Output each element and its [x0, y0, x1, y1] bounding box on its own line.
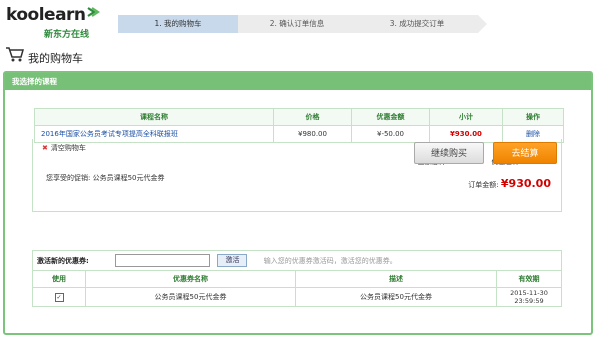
continue-shopping-button[interactable]: 继续购买: [414, 142, 484, 164]
coupon-checkbox[interactable]: ✓: [54, 292, 64, 302]
table-header-row: 课程名称 价格 优惠金额 小计 操作: [34, 108, 564, 126]
order-amount-label: 订单金额:: [468, 181, 499, 189]
panel-title: 我选择的课程: [5, 73, 591, 90]
table-row: ✓ 公务员课程50元代金券 公务员课程50元代金券 2015-11-30 23:…: [32, 287, 562, 307]
order-amount-value: ¥930.00: [500, 177, 551, 190]
cart-table: 课程名称 价格 优惠金额 小计 操作 2016年国家公务员考试专项提高全科联报班…: [34, 108, 564, 143]
step-confirm: 2. 确认订单信息: [238, 15, 356, 33]
clear-cart-label: 清空购物车: [50, 144, 86, 152]
step-submit: 3. 成功提交订单: [356, 15, 478, 33]
col-subtotal: 小计: [429, 108, 503, 126]
col-description: 描述: [295, 270, 497, 288]
brand-logo[interactable]: koolearn 新东方在线: [6, 5, 101, 41]
coupon-table: 激活新的优惠券: 激活 输入您的优惠券激活码，激活您的优惠券。 使用 优惠券名称…: [32, 250, 562, 307]
brand-name: koolearn: [6, 5, 86, 25]
coupon-expiry: 2015-11-30 23:59:59: [496, 287, 562, 307]
col-action: 操作: [502, 108, 564, 126]
activate-hint: 输入您的优惠券激活码，激活您的优惠券。: [263, 256, 397, 265]
coupon-header-row: 使用 优惠券名称 描述 有效期: [32, 270, 562, 288]
col-coupon-name: 优惠券名称: [85, 270, 296, 288]
activate-button[interactable]: 激活: [217, 254, 248, 267]
col-price: 价格: [273, 108, 352, 126]
page-title: 我的购物车: [28, 52, 83, 65]
clear-cart-link[interactable]: ✖ 清空购物车: [42, 143, 86, 153]
close-icon: ✖: [42, 144, 48, 152]
col-discount: 优惠金额: [351, 108, 430, 126]
logo-chevron-icon: [87, 7, 100, 17]
checkout-button[interactable]: 去结算: [493, 142, 557, 164]
promo-text: 您享受的促销: 公务员课程50元代金券: [46, 174, 165, 182]
coupon-code-input[interactable]: [115, 254, 211, 267]
cart-icon: [6, 47, 24, 62]
brand-subtitle: 新东方在线: [44, 30, 90, 40]
coupon-activate-row: 激活新的优惠券: 激活 输入您的优惠券激活码，激活您的优惠券。: [32, 250, 562, 271]
coupon-activate-cell: 激活新的优惠券: 激活 输入您的优惠券激活码，激活您的优惠券。: [32, 250, 562, 271]
coupon-description: 公务员课程50元代金券: [295, 287, 497, 307]
col-use: 使用: [32, 270, 86, 288]
step-arrow: [478, 15, 487, 33]
order-amount: 订单金额: ¥930.00: [468, 177, 551, 190]
step-cart: 1. 我的购物车: [118, 15, 238, 33]
col-expiry: 有效期: [496, 270, 562, 288]
coupon-name: 公务员课程50元代金券: [85, 287, 296, 307]
activate-label: 激活新的优惠券:: [37, 256, 89, 265]
coupon-use-cell: ✓: [32, 287, 86, 307]
col-course-name: 课程名称: [34, 108, 274, 126]
